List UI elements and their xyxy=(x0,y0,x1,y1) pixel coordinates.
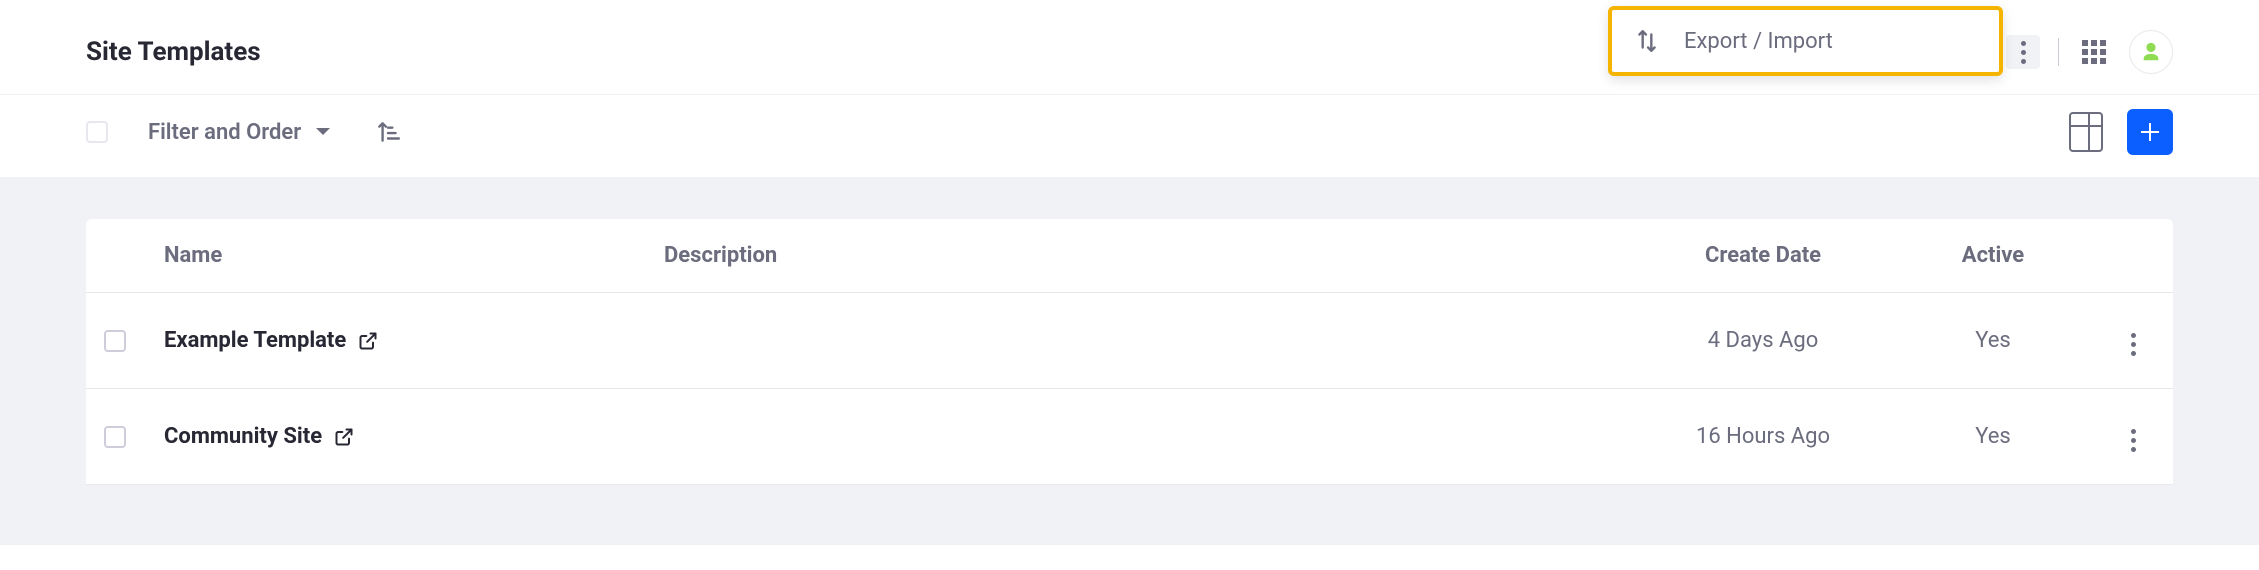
template-active: Yes xyxy=(1893,293,2093,389)
vertical-dots-icon xyxy=(2015,35,2032,70)
template-description xyxy=(646,389,1633,485)
export-import-label: Export / Import xyxy=(1684,29,1833,54)
column-header-name[interactable]: Name xyxy=(146,219,646,293)
template-name-link[interactable]: Example Template xyxy=(164,328,628,353)
template-name-link[interactable]: Community Site xyxy=(164,424,628,449)
template-active: Yes xyxy=(1893,389,2093,485)
toolbar-right xyxy=(2069,109,2173,155)
management-toolbar: Filter and Order xyxy=(0,94,2259,177)
plus-icon xyxy=(2138,120,2162,144)
template-name-text: Example Template xyxy=(164,328,346,353)
caret-down-icon xyxy=(315,127,331,137)
add-button[interactable] xyxy=(2127,109,2173,155)
user-avatar[interactable] xyxy=(2129,30,2173,74)
toolbar-left: Filter and Order xyxy=(86,115,405,149)
column-header-create-date[interactable]: Create Date xyxy=(1633,219,1893,293)
template-create-date: 4 Days Ago xyxy=(1633,293,1893,389)
table-header-row: Name Description Create Date Active xyxy=(86,219,2173,293)
filter-and-order-label: Filter and Order xyxy=(148,120,301,145)
row-checkbox[interactable] xyxy=(104,330,126,352)
header-bar: Site Templates Export / Import xyxy=(0,0,2259,94)
export-import-menu[interactable]: Export / Import xyxy=(1608,6,2003,76)
table-row: Example Template 4 Days Ago Yes xyxy=(86,293,2173,389)
templates-table: Name Description Create Date Active Exam… xyxy=(86,219,2173,485)
table-view-icon xyxy=(2069,112,2103,152)
row-actions-button[interactable] xyxy=(2125,423,2142,458)
row-actions-button[interactable] xyxy=(2125,327,2142,362)
filter-and-order-dropdown[interactable]: Filter and Order xyxy=(148,120,331,145)
select-all-checkbox[interactable] xyxy=(86,121,108,143)
sort-direction-button[interactable] xyxy=(371,115,405,149)
page-title: Site Templates xyxy=(86,37,261,67)
divider xyxy=(2058,38,2059,66)
template-create-date: 16 Hours Ago xyxy=(1633,389,1893,485)
apps-grid-icon xyxy=(2082,40,2106,64)
external-link-icon xyxy=(334,427,354,447)
template-name-text: Community Site xyxy=(164,424,322,449)
more-actions-button[interactable] xyxy=(2006,35,2040,69)
content-area: Name Description Create Date Active Exam… xyxy=(0,177,2259,545)
external-link-icon xyxy=(358,331,378,351)
column-header-description[interactable]: Description xyxy=(646,219,1633,293)
apps-grid-button[interactable] xyxy=(2077,35,2111,69)
person-icon xyxy=(2140,41,2162,63)
template-description xyxy=(646,293,1633,389)
table-row: Community Site 16 Hours Ago Yes xyxy=(86,389,2173,485)
sort-icon xyxy=(375,119,401,145)
arrows-up-down-icon xyxy=(1634,28,1660,54)
row-checkbox[interactable] xyxy=(104,426,126,448)
column-header-active[interactable]: Active xyxy=(1893,219,2093,293)
header-actions: Export / Import xyxy=(1588,30,2173,74)
view-toggle-button[interactable] xyxy=(2069,115,2103,149)
